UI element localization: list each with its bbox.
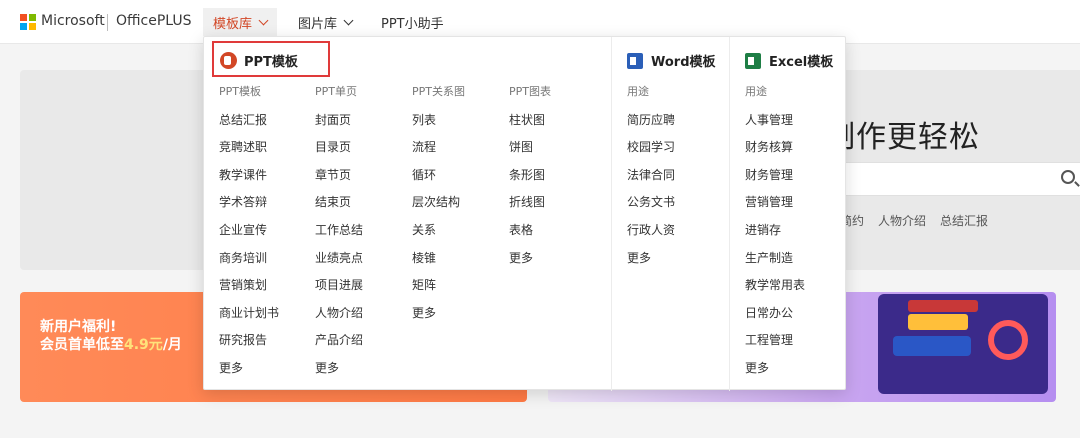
promo-price: 4.9元 bbox=[124, 337, 163, 353]
menu-item[interactable]: 层次结构 bbox=[412, 195, 465, 223]
menu-item[interactable]: 生产制造 bbox=[745, 251, 805, 279]
ppt-single-page-column: PPT单页封面页 目录页 章节页 结束页 工作总结 业绩亮点 项目进展 人物介绍 产品介绍 更多 bbox=[315, 85, 363, 389]
more-link[interactable]: 更多 bbox=[315, 361, 363, 389]
excel-section-title[interactable]: Excel模板 bbox=[745, 51, 833, 70]
menu-item[interactable]: 研究报告 bbox=[219, 333, 279, 361]
excel-usage-column: 用途人事管理 财务核算 财务管理 营销管理 进销存 生产制造 教学常用表 日常办公 工程管理 更多 bbox=[745, 85, 805, 389]
menu-item[interactable]: 公务文书 bbox=[627, 195, 675, 223]
menu-item[interactable]: 章节页 bbox=[315, 168, 363, 196]
menu-item[interactable]: 财务核算 bbox=[745, 140, 805, 168]
product-name[interactable]: OfficePLUS bbox=[116, 13, 192, 29]
menu-item[interactable]: 结束页 bbox=[315, 195, 363, 223]
menu-item[interactable]: 目录页 bbox=[315, 140, 363, 168]
menu-item[interactable]: 财务管理 bbox=[745, 168, 805, 196]
column-header: PPT图表 bbox=[509, 85, 551, 98]
menu-item[interactable]: 饼图 bbox=[509, 140, 551, 168]
column-header: 用途 bbox=[627, 85, 649, 98]
word-section-title[interactable]: Word模板 bbox=[627, 51, 716, 70]
word-icon bbox=[627, 52, 643, 69]
search-icon[interactable] bbox=[1061, 170, 1075, 184]
nav-ppt-assistant[interactable]: PPT小助手 bbox=[381, 8, 444, 36]
menu-item[interactable]: 学术答辩 bbox=[219, 195, 279, 223]
microsoft-brand[interactable]: Microsoft bbox=[41, 13, 105, 29]
menu-item[interactable]: 进销存 bbox=[745, 223, 805, 251]
menu-item[interactable]: 简历应聘 bbox=[627, 113, 675, 141]
promo-title: 新用户福利! bbox=[40, 319, 117, 335]
more-link[interactable]: 更多 bbox=[745, 361, 805, 389]
menu-item[interactable]: 人事管理 bbox=[745, 113, 805, 141]
column-header: PPT单页 bbox=[315, 85, 357, 98]
menu-item[interactable]: 流程 bbox=[412, 140, 465, 168]
menu-item[interactable]: 营销策划 bbox=[219, 278, 279, 306]
nav-ppt-assistant-label: PPT小助手 bbox=[381, 16, 444, 32]
ppt-relation-column: PPT关系图列表 流程 循环 层次结构 关系 棱锥 矩阵 更多 bbox=[412, 85, 465, 333]
menu-item[interactable]: 工作总结 bbox=[315, 223, 363, 251]
column-header: PPT关系图 bbox=[412, 85, 465, 98]
menu-item[interactable]: 封面页 bbox=[315, 113, 363, 141]
menu-item[interactable]: 日常办公 bbox=[745, 306, 805, 334]
menu-item[interactable]: 柱状图 bbox=[509, 113, 551, 141]
menu-item[interactable]: 总结汇报 bbox=[219, 113, 279, 141]
more-link[interactable]: 更多 bbox=[412, 306, 465, 334]
promo-subtitle: 会员首单低至4.9元/月 bbox=[40, 337, 182, 353]
menu-item[interactable]: 校园学习 bbox=[627, 140, 675, 168]
more-link[interactable]: 更多 bbox=[509, 251, 551, 279]
ppt-chart-column: PPT图表柱状图 饼图 条形图 折线图 表格 更多 bbox=[509, 85, 551, 278]
menu-item[interactable]: 法律合同 bbox=[627, 168, 675, 196]
menu-item[interactable]: 竞聘述职 bbox=[219, 140, 279, 168]
more-link[interactable]: 更多 bbox=[219, 361, 279, 389]
hero-title: 制作更轻松 bbox=[825, 120, 980, 155]
menu-item[interactable]: 业绩亮点 bbox=[315, 251, 363, 279]
menu-item[interactable]: 棱锥 bbox=[412, 251, 465, 279]
microsoft-logo-icon[interactable] bbox=[20, 14, 36, 30]
menu-item[interactable]: 折线图 bbox=[509, 195, 551, 223]
hot-tag[interactable]: 人物介绍 bbox=[878, 212, 926, 229]
menu-item[interactable]: 商务培训 bbox=[219, 251, 279, 279]
menu-item[interactable]: 表格 bbox=[509, 223, 551, 251]
nav-template-library-label: 模板库 bbox=[213, 16, 253, 32]
menu-item[interactable]: 营销管理 bbox=[745, 195, 805, 223]
nav-image-library-label: 图片库 bbox=[298, 16, 338, 32]
menu-item[interactable]: 工程管理 bbox=[745, 333, 805, 361]
column-header: 用途 bbox=[745, 85, 767, 98]
powerpoint-icon bbox=[220, 52, 237, 69]
brand-divider bbox=[107, 14, 108, 31]
menu-item[interactable]: 条形图 bbox=[509, 168, 551, 196]
menu-item[interactable]: 商业计划书 bbox=[219, 306, 279, 334]
menu-item[interactable]: 项目进展 bbox=[315, 278, 363, 306]
more-link[interactable]: 更多 bbox=[627, 251, 675, 279]
ppt-section-title[interactable]: PPT模板 bbox=[220, 51, 298, 70]
template-library-dropdown: PPT模板 Word模板 Excel模板 PPT模板总结汇报 竞聘述职 教学课件 学术… bbox=[203, 36, 846, 391]
menu-item[interactable]: 人物介绍 bbox=[315, 306, 363, 334]
column-header: PPT模板 bbox=[219, 85, 261, 98]
menu-item[interactable]: 循环 bbox=[412, 168, 465, 196]
menu-item[interactable]: 企业宣传 bbox=[219, 223, 279, 251]
menu-item[interactable]: 关系 bbox=[412, 223, 465, 251]
menu-item[interactable]: 列表 bbox=[412, 113, 465, 141]
nav-image-library[interactable]: 图片库 bbox=[298, 8, 354, 36]
menu-item[interactable]: 教学课件 bbox=[219, 168, 279, 196]
menu-item[interactable]: 教学常用表 bbox=[745, 278, 805, 306]
chevron-down-icon bbox=[258, 15, 269, 25]
nav-template-library[interactable]: 模板库 bbox=[203, 8, 278, 36]
chevron-down-icon bbox=[343, 15, 354, 25]
hot-tag[interactable]: 总结汇报 bbox=[940, 212, 988, 229]
menu-item[interactable]: 矩阵 bbox=[412, 278, 465, 306]
word-usage-column: 用途简历应聘 校园学习 法律合同 公务文书 行政人资 更多 bbox=[627, 85, 675, 278]
excel-icon bbox=[745, 52, 761, 69]
ppt-template-column: PPT模板总结汇报 竞聘述职 教学课件 学术答辩 企业宣传 商务培训 营销策划 商业计划书 研究… bbox=[219, 85, 279, 389]
menu-item[interactable]: 产品介绍 bbox=[315, 333, 363, 361]
menu-item[interactable]: 行政人资 bbox=[627, 223, 675, 251]
